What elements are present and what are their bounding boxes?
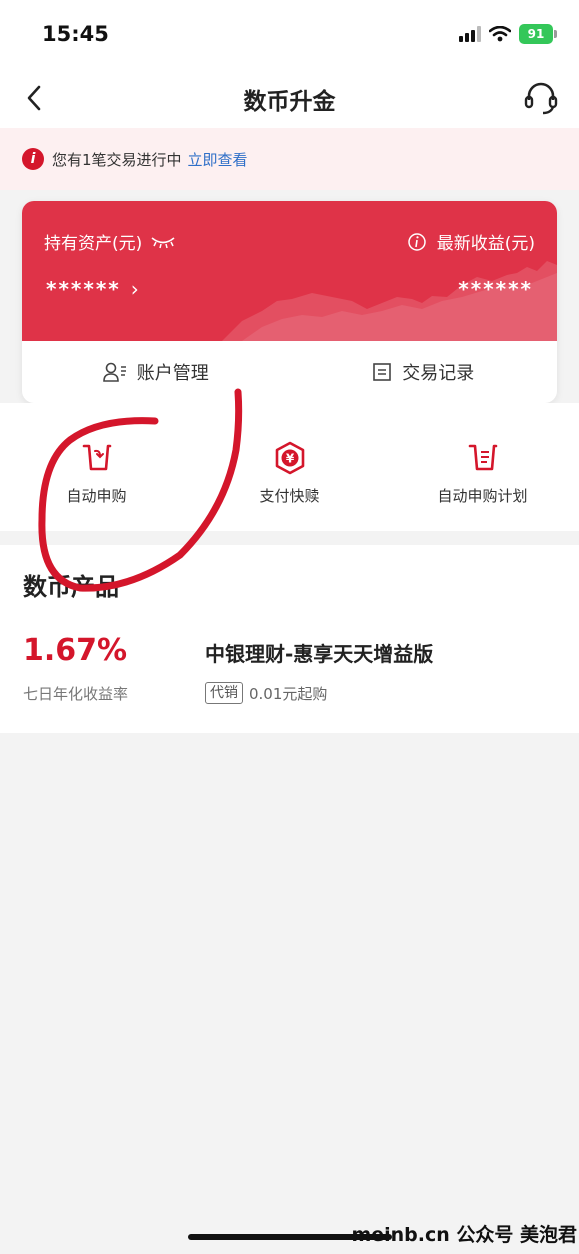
- transaction-record-button[interactable]: 交易记录: [290, 341, 558, 403]
- notice-text: 您有1笔交易进行中: [52, 150, 182, 169]
- quick-menu-label: 自动申购: [66, 487, 127, 505]
- alert-icon: i: [22, 148, 44, 170]
- product-tag: 代销: [205, 682, 243, 704]
- info-icon[interactable]: [407, 232, 427, 252]
- product-name[interactable]: 中银理财-惠享天天增益版: [205, 638, 433, 667]
- product-min-purchase: 0.01元起购: [249, 684, 328, 703]
- asset-label-row: 持有资产(元): [44, 229, 176, 254]
- transaction-record-label: 交易记录: [402, 363, 475, 384]
- auto-purchase-icon: [82, 444, 111, 471]
- asset-label: 持有资产(元): [44, 234, 143, 254]
- quick-menu-label: 自动申购计划: [437, 487, 528, 505]
- asset-value-row[interactable]: ****** ›: [46, 277, 141, 301]
- account-manage-label: 账户管理: [136, 363, 209, 384]
- purchase-plan-icon: [468, 444, 497, 471]
- asset-card: 持有资产(元) ****** › 最新收益(元) ****** 账户管理 交易记…: [22, 201, 557, 403]
- account-manage-icon: [102, 362, 126, 382]
- quick-menu: 自动申购 ¥ 支付快赎 自动申购计划: [0, 403, 579, 531]
- screen: 15:45 91 数币升金 i 您有1笔交易进行中 立即查看 持有资产(元) *…: [0, 0, 579, 1254]
- product-meta: 代销 0.01元起购: [205, 682, 327, 704]
- asset-card-actions: 账户管理 交易记录: [22, 341, 557, 403]
- account-manage-button[interactable]: 账户管理: [22, 341, 290, 403]
- battery-tip: [554, 30, 557, 38]
- quick-menu-quick-redeem[interactable]: ¥ 支付快赎: [193, 403, 386, 531]
- view-now-link[interactable]: 立即查看: [188, 149, 248, 170]
- asset-value: ******: [46, 277, 121, 301]
- svg-text:¥: ¥: [285, 452, 294, 466]
- section-title: 数币产品: [23, 573, 119, 601]
- quick-menu-auto-purchase[interactable]: 自动申购: [0, 403, 193, 531]
- profit-label: 最新收益(元): [436, 234, 535, 254]
- hide-eye-icon[interactable]: [150, 235, 176, 249]
- page-title: 数币升金: [243, 89, 336, 115]
- status-time: 15:45: [42, 22, 109, 46]
- headset-icon[interactable]: [521, 78, 561, 118]
- record-icon: [373, 363, 392, 381]
- status-bar: 15:45 91: [0, 0, 579, 70]
- nav-bar: 数币升金: [0, 70, 579, 128]
- battery-level: 91: [519, 24, 553, 44]
- status-icons: 91: [459, 24, 557, 44]
- earnings-wave-decoration: [222, 261, 557, 341]
- signal-icon: [459, 26, 481, 42]
- quick-redeem-icon: ¥: [275, 441, 304, 475]
- product-rate[interactable]: 1.67%: [23, 633, 127, 668]
- profit-value: ******: [458, 277, 533, 301]
- product-rate-label: 七日年化收益率: [23, 685, 129, 703]
- watermark: meinb.cn 公众号 美泡君: [351, 1224, 577, 1246]
- pending-transaction-notice: i 您有1笔交易进行中 立即查看: [0, 128, 579, 190]
- quick-menu-label: 支付快赎: [259, 487, 320, 505]
- quick-menu-purchase-plan[interactable]: 自动申购计划: [386, 403, 579, 531]
- chevron-right-icon: ›: [130, 277, 141, 301]
- asset-card-header: 持有资产(元) ****** › 最新收益(元) ******: [22, 201, 557, 341]
- profit-label-row: 最新收益(元): [407, 229, 535, 254]
- products-section: 数币产品 1.67% 七日年化收益率 中银理财-惠享天天增益版 代销 0.01元…: [0, 545, 579, 733]
- wifi-icon: [489, 26, 511, 42]
